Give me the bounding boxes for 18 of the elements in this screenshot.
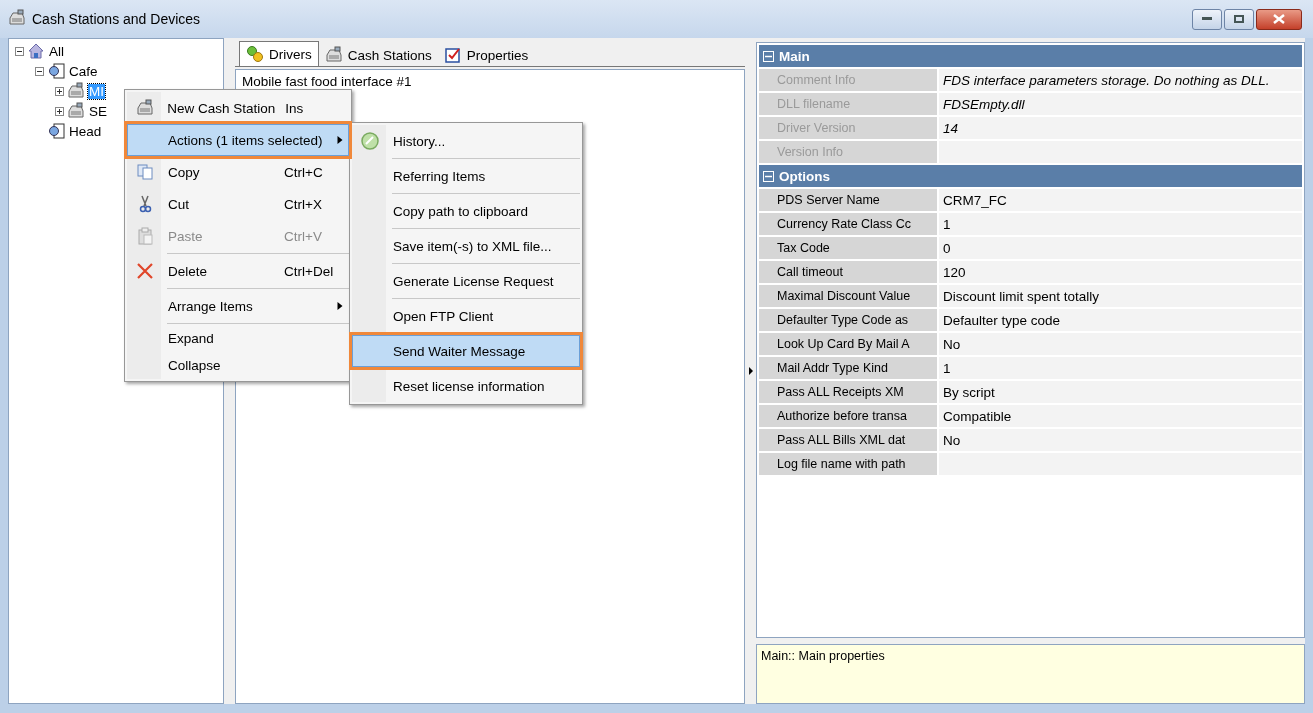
property-name: Currency Rate Class Cc (759, 213, 937, 235)
property-name: Pass ALL Receipts XM (759, 381, 937, 403)
property-name: Look Up Card By Mail A (759, 333, 937, 355)
property-name: Maximal Discount Value (759, 285, 937, 307)
property-name: Comment Info (759, 69, 937, 91)
property-name: Version Info (759, 141, 937, 163)
description-panel: Main:: Main properties (756, 644, 1305, 704)
property-name: DLL filename (759, 93, 937, 115)
property-name: PDS Server Name (759, 189, 937, 211)
window-title: Cash Stations and Devices (32, 11, 201, 27)
property-name: Driver Version (759, 117, 937, 139)
property-name: Defaulter Type Code as (759, 309, 937, 331)
property-name: Pass ALL Bills XML dat (759, 429, 937, 451)
property-name: Authorize before transa (759, 405, 937, 427)
property-name: Log file name with path (759, 453, 937, 475)
property-name: Mail Addr Type Kind (759, 357, 937, 379)
property-name: Call timeout (759, 261, 937, 283)
property-name: Tax Code (759, 237, 937, 259)
